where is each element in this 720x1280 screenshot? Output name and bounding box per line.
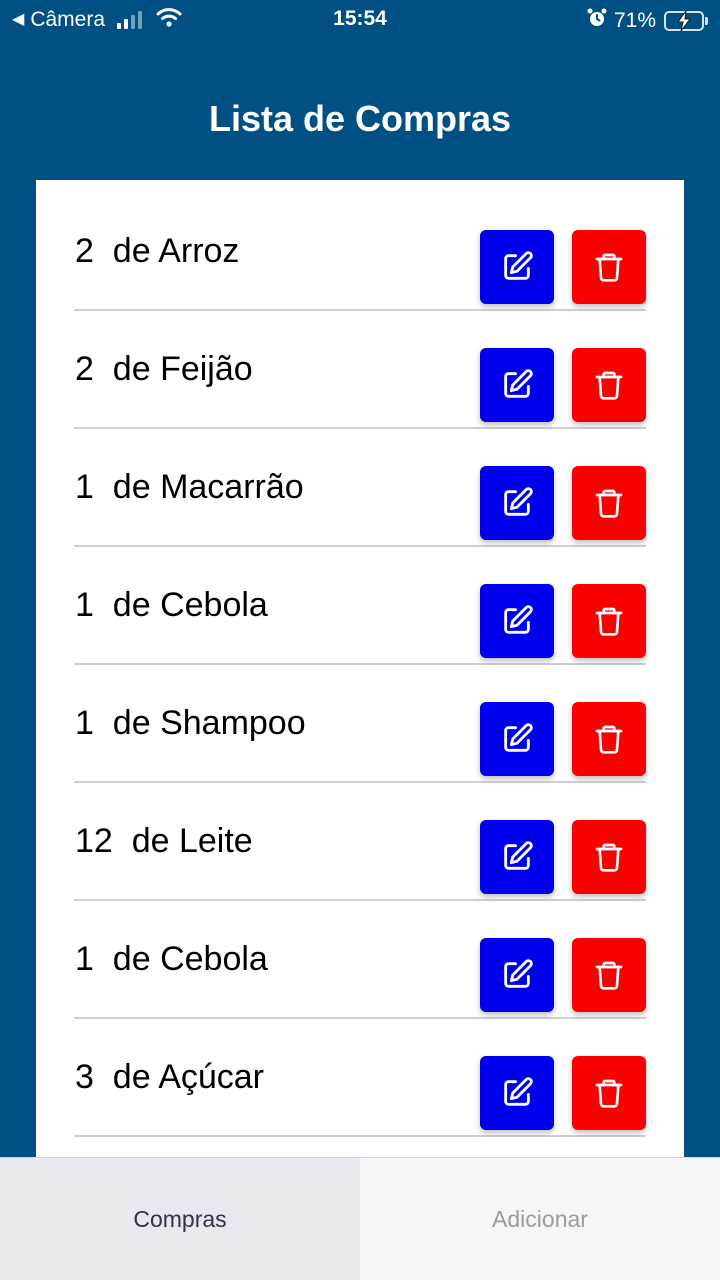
edit-button[interactable] [480,230,554,304]
list-item-label: 1 de Cebola [75,940,268,978]
trash-icon [593,958,625,992]
page-title: Lista de Compras [208,98,512,139]
list-item: 12 de Leite [74,783,646,901]
list-item-label: 12 de Leite [75,822,253,860]
list-item: 2 de Arroz [74,193,646,311]
edit-button[interactable] [480,348,554,422]
edit-button[interactable] [480,702,554,776]
tab-adicionar[interactable]: Adicionar [360,1158,720,1280]
trash-icon [593,604,625,638]
status-bar-right: 71% [586,7,708,35]
list-item-label: 1 de Macarrão [75,468,304,506]
edit-icon [500,250,534,284]
trash-icon [593,368,625,402]
battery-percent: 71% [613,9,656,32]
list-item: 2 de Feijão [74,311,646,429]
delete-button[interactable] [572,584,646,658]
edit-button[interactable] [480,1056,554,1130]
list-item: 1 de Shampoo [74,665,646,783]
trash-icon [593,250,625,284]
battery-tip [705,17,708,25]
edit-button[interactable] [480,584,554,658]
list-item-label: 2 de Feijão [75,350,253,388]
delete-button[interactable] [572,466,646,540]
alarm-icon [586,7,608,35]
trash-icon [593,1076,625,1110]
edit-button[interactable] [480,466,554,540]
delete-button[interactable] [572,348,646,422]
trash-icon [593,486,625,520]
trash-icon [593,840,625,874]
tab-bar: Compras Adicionar [0,1157,720,1280]
edit-button[interactable] [480,820,554,894]
shopping-list: 2 de Arroz 2 de Feijão 1 de Macarrão 1 de C… [36,180,684,1157]
delete-button[interactable] [572,938,646,1012]
list-item-label: 1 de Shampoo [75,704,306,742]
charging-bolt-icon [677,11,691,31]
battery-icon [664,11,704,31]
delete-button[interactable] [572,230,646,304]
list-item: 1 de Macarrão [74,429,646,547]
list-item: 1 de Cebola [74,547,646,665]
list-item: 1 de Cebola [74,901,646,1019]
tab-compras[interactable]: Compras [0,1158,360,1280]
status-bar: ◀ Câmera 15:54 71% [0,0,720,40]
edit-icon [500,368,534,402]
list-item-label: 3 de Açúcar [75,1058,265,1096]
delete-button[interactable] [572,1056,646,1130]
app-screen: ◀ Câmera 15:54 71% Lista de Compras 2 de… [0,0,720,1280]
edit-button[interactable] [480,938,554,1012]
edit-icon [500,604,534,638]
edit-icon [500,722,534,756]
trash-icon [593,722,625,756]
edit-icon [500,958,534,992]
delete-button[interactable] [572,702,646,776]
edit-icon [500,1076,534,1110]
edit-icon [500,486,534,520]
list-item: 3 de Açúcar [74,1019,646,1137]
edit-icon [500,840,534,874]
list-item-label: 1 de Cebola [75,586,268,624]
list-item-label: 2 de Arroz [75,232,240,270]
delete-button[interactable] [572,820,646,894]
